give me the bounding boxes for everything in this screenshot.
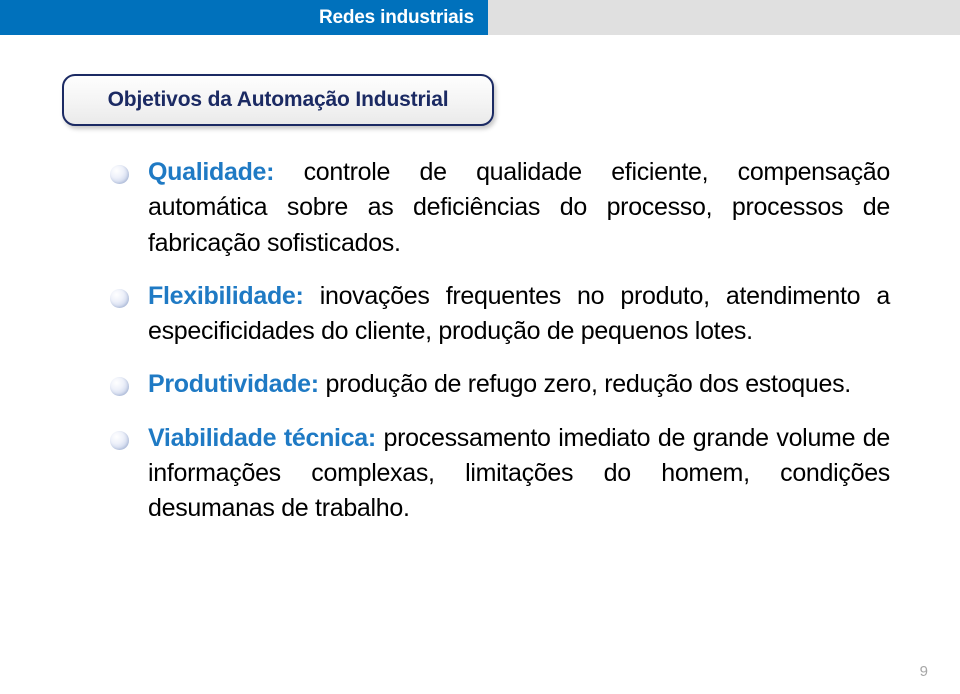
bullet-paragraph: Flexibilidade: inovações frequentes no p… (148, 279, 890, 350)
sphere-bullet-icon (110, 430, 129, 450)
bullet-list: Qualidade: controle de qualidade eficien… (0, 155, 960, 544)
list-item: Qualidade: controle de qualidade eficien… (0, 155, 960, 261)
section-title-text: Objetivos da Automação Industrial (107, 88, 449, 111)
header-gray-panel (488, 0, 960, 35)
bullet-body-text: produção de refugo zero, redução dos est… (318, 370, 851, 399)
bullet-paragraph: Viabilidade técnica: processamento imedi… (148, 421, 890, 527)
list-item: Viabilidade técnica: processamento imedi… (0, 421, 960, 527)
section-title-box: Objetivos da Automação Industrial (62, 74, 494, 126)
bullet-lead-label: Qualidade: (148, 158, 275, 186)
list-item: Produtividade: produção de refugo zero, … (0, 367, 960, 402)
header-title: Redes industriais (319, 7, 474, 28)
bullet-lead-label: Flexibilidade: (148, 281, 304, 310)
slide-body: Objetivos da Automação Industrial Qualid… (0, 35, 960, 694)
list-item: Flexibilidade: inovações frequentes no p… (0, 279, 960, 350)
slide-header-band: Redes industriais (0, 0, 960, 35)
bullet-paragraph: Qualidade: controle de qualidade eficien… (148, 155, 890, 261)
sphere-bullet-icon (110, 377, 129, 397)
sphere-bullet-icon (110, 288, 129, 308)
bullet-paragraph: Produtividade: produção de refugo zero, … (148, 367, 890, 402)
bullet-lead-label: Viabilidade técnica: (148, 423, 376, 452)
bullet-lead-label: Produtividade: (148, 370, 319, 399)
header-blue-panel: Redes industriais (0, 0, 488, 35)
page-number: 9 (919, 663, 928, 680)
sphere-bullet-icon (110, 165, 129, 184)
